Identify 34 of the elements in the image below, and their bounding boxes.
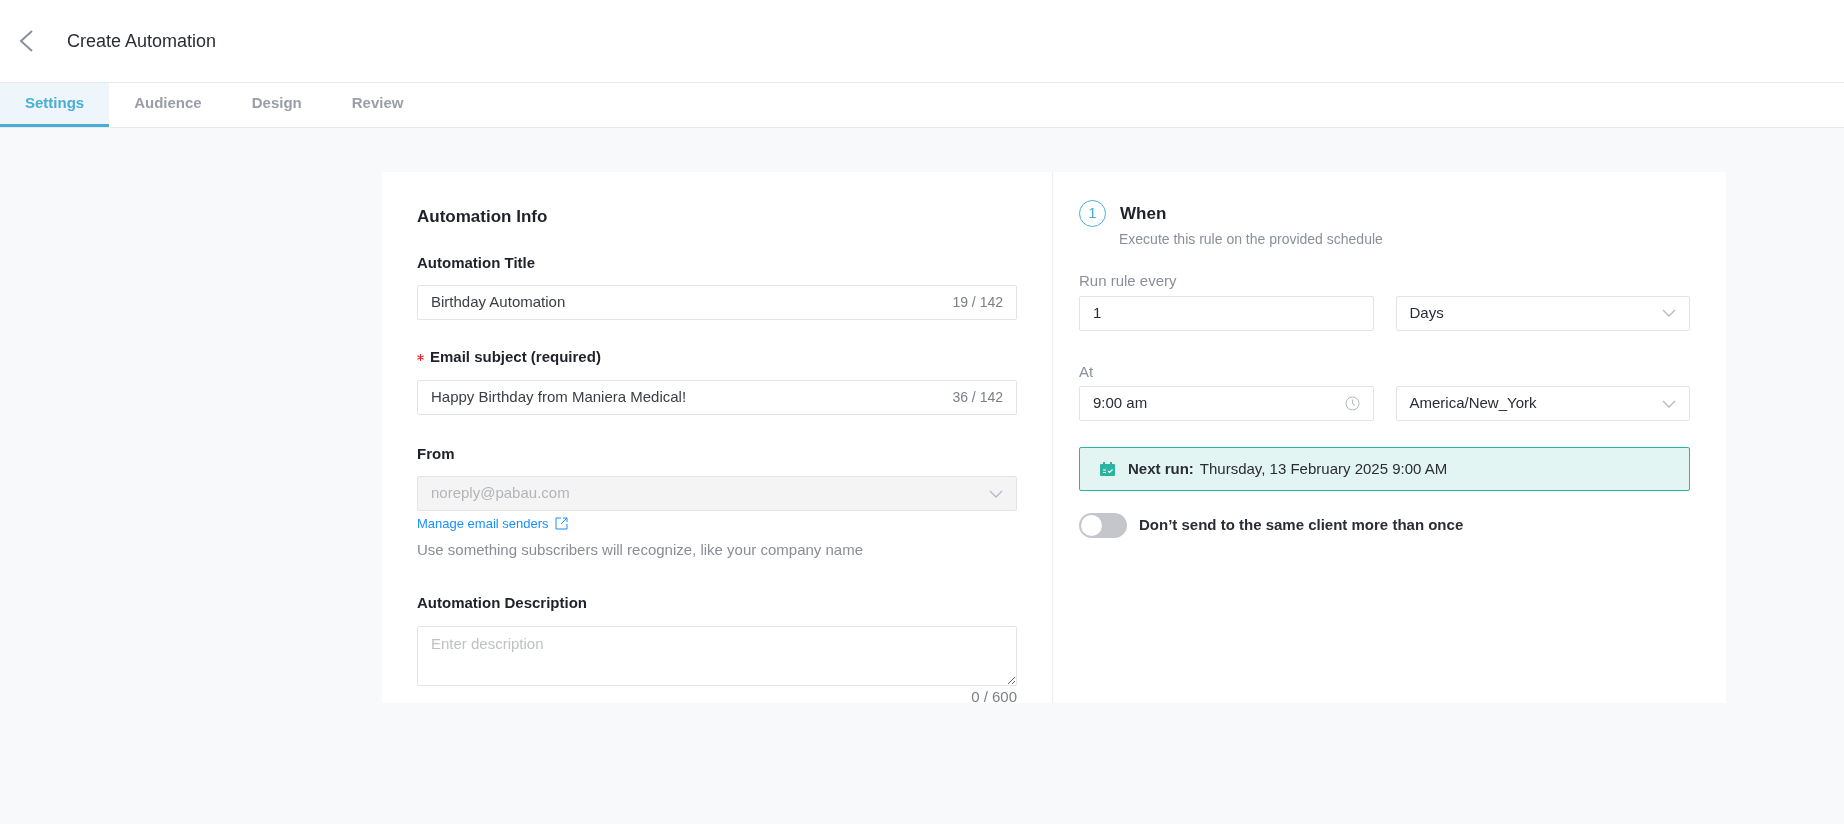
description-textarea[interactable]: Enter description	[417, 625, 1017, 686]
toggle-switch[interactable]	[1079, 513, 1127, 538]
field-label: Automation Description	[417, 593, 588, 613]
clock-icon	[1344, 396, 1360, 411]
external-link-icon	[554, 517, 568, 531]
section-heading: When	[1120, 202, 1167, 225]
number-input[interactable]: 1	[1079, 295, 1374, 331]
field-label: At	[1079, 361, 1095, 382]
time-input[interactable]: 9:00 am	[1079, 386, 1374, 421]
character-counter: 36 / 142	[952, 387, 1003, 407]
character-counter: 0 / 600	[971, 686, 1017, 707]
chevron-down-icon	[1662, 309, 1676, 317]
next-run-value: Thursday, 13 February 2025 9:00 AM	[1199, 458, 1448, 479]
from-select: noreply@pabau.com	[417, 476, 1017, 511]
chevron-down-icon	[1662, 399, 1676, 408]
timezone-select[interactable]: America/New_York	[1395, 386, 1690, 421]
field-label: Run rule every	[1079, 271, 1178, 291]
section-heading: Automation Info	[417, 206, 549, 228]
input-value: Birthday Automation	[431, 292, 567, 313]
character-counter: 19 / 142	[952, 293, 1003, 312]
input-value: Happy Birthday from Maniera Medical!	[431, 386, 688, 407]
unit-select[interactable]: Days	[1395, 295, 1690, 331]
calendar-check-icon	[1100, 462, 1115, 476]
section-subtitle: Execute this rule on the provided schedule	[1119, 230, 1384, 249]
help-text: Use something subscribers will recognize, like your company name	[417, 539, 865, 560]
text-input[interactable]: Birthday Automation 19 / 142	[417, 285, 1017, 320]
next-run-label: Next run:	[1128, 458, 1194, 479]
text-input[interactable]: Happy Birthday from Maniera Medical! 36 / 142	[417, 379, 1017, 415]
field-label: Email subject (required)	[430, 347, 601, 367]
field-label: Automation Title	[417, 252, 537, 273]
toggle-label: Don’t send to the same client more than once	[1139, 515, 1464, 536]
page-title: Create Automation	[67, 29, 217, 53]
chevron-down-icon	[989, 489, 1003, 498]
field-label: From	[417, 443, 456, 464]
